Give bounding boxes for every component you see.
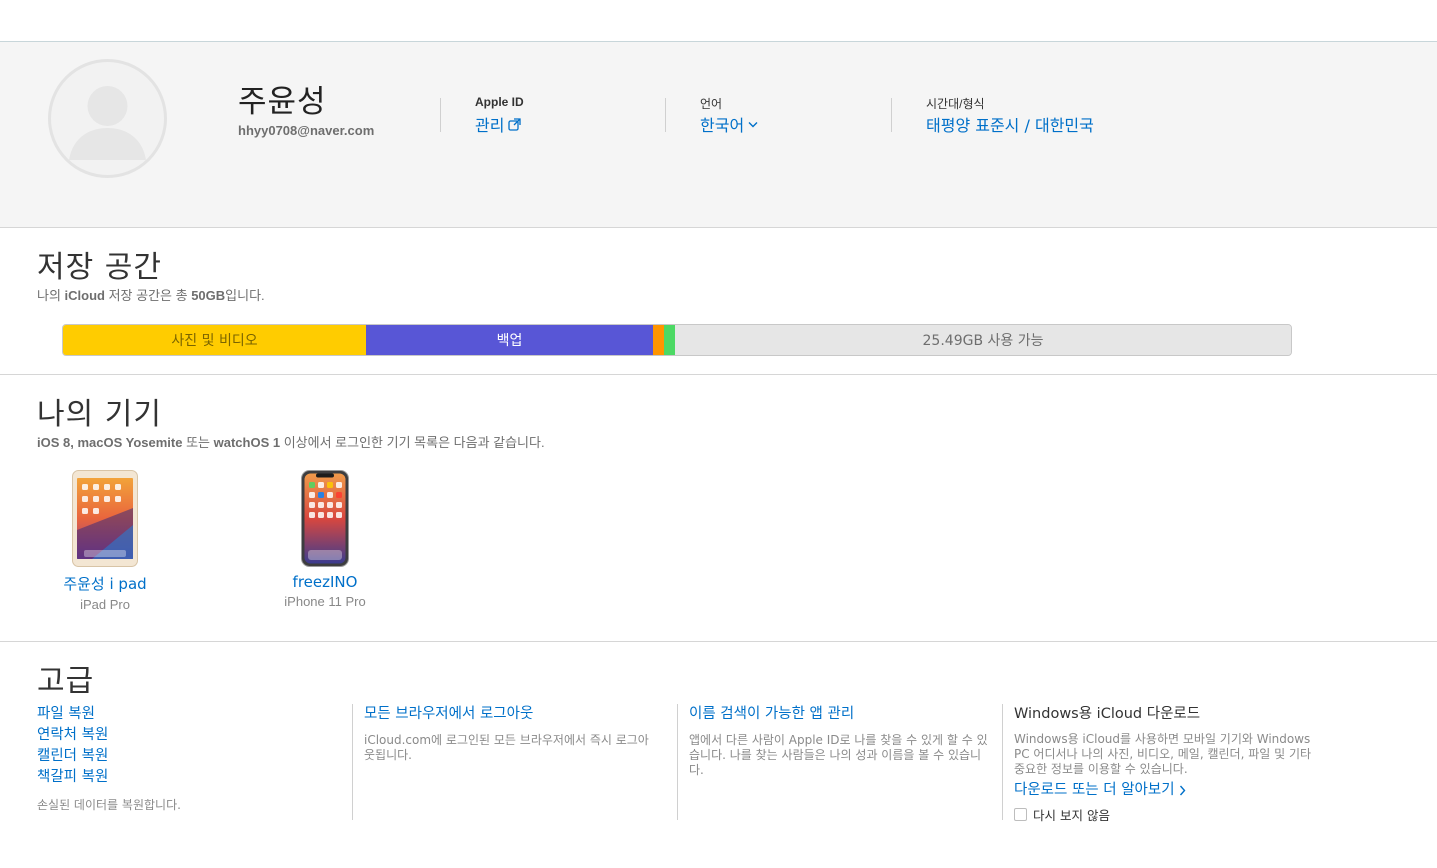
signout-description: iCloud.com에 로그인된 모든 브라우저에서 즉시 로그아웃됩니다. [364,733,649,762]
device-item-ipad[interactable]: 주윤성 i pad iPad Pro [25,470,185,612]
storage-sub-total: 50GB [191,288,226,303]
manage-apple-id-link[interactable]: 관리 [475,112,522,136]
external-link-icon [508,117,522,131]
person-icon [69,86,146,160]
section-divider [0,374,1437,375]
dont-show-again-label: 다시 보지 않음 [1033,808,1110,823]
restore-column: 파일 복원 연락처 복원 캘린더 복원 책갈피 복원 손실된 데이터를 복원합니… [37,704,352,820]
chevron-down-icon [748,121,758,127]
device-model: iPhone 11 Pro [284,594,366,609]
dont-show-again-row[interactable]: 다시 보지 않음 [1014,805,1318,824]
device-item-iphone[interactable]: freezINO iPhone 11 Pro [245,470,405,609]
timezone-column: 시간대/형식 태평양 표준시 / 대한민국 [891,97,1094,135]
chevron-right-icon [1179,785,1186,796]
storage-segment-backup[interactable]: 백업 [366,325,653,355]
device-model: iPad Pro [80,597,130,612]
storage-sub-brand: iCloud [64,288,105,303]
restore-description: 손실된 데이터를 복원합니다. [37,798,181,812]
storage-bar[interactable]: 사진 및 비디오 백업 25.49GB 사용 가능 [62,324,1292,356]
device-name[interactable]: 주윤성 i pad [25,573,185,594]
language-label: 언어 [700,97,723,111]
apple-id-label: Apple ID [475,95,524,109]
restore-contacts-link[interactable]: 연락처 복원 [37,725,352,746]
storage-sub-text1: 나의 [37,288,65,303]
language-select[interactable]: 한국어 [700,112,758,136]
devices-sub-text2: 이상에서 로그인한 기기 목록은 다음과 같습니다. [280,435,545,450]
apple-id-column: Apple ID 관리 [440,95,524,135]
windows-download-label: 다운로드 또는 더 알아보기 [1014,782,1175,798]
user-email: hhyy0708@naver.com [238,123,375,138]
devices-sub-text1: 또는 [182,435,214,450]
user-name: 주윤성 [238,84,327,120]
storage-sub-text2: 저장 공간은 총 [104,288,192,303]
ipad-icon [72,470,138,567]
devices-sub-bold1: iOS 8, macOS Yosemite [37,435,183,450]
manage-findme-apps-link[interactable]: 이름 검색이 가능한 앱 관리 [689,704,988,725]
storage-segment-other-green[interactable] [664,325,675,355]
findme-description: 앱에서 다른 사람이 Apple ID로 나를 찾을 수 있게 할 수 있습니다… [689,733,988,777]
windows-download-link[interactable]: 다운로드 또는 더 알아보기 [1014,780,1318,801]
iphone-icon [301,470,349,567]
windows-title: Windows용 iCloud 다운로드 [1014,706,1201,722]
restore-bookmarks-link[interactable]: 책갈피 복원 [37,767,352,788]
storage-sub-text3: 입니다. [225,288,265,303]
signout-all-browsers-link[interactable]: 모든 브라우저에서 로그아웃 [364,704,659,725]
device-name[interactable]: freezINO [245,573,405,591]
storage-subtitle: 나의 iCloud 저장 공간은 총 50GB입니다. [37,285,265,304]
timezone-label: 시간대/형식 [926,97,985,111]
restore-files-link[interactable]: 파일 복원 [37,704,352,725]
top-bar [0,0,1437,42]
restore-calendars-link[interactable]: 캘린더 복원 [37,746,352,767]
devices-title: 나의 기기 [37,397,162,432]
windows-column: Windows용 iCloud 다운로드 Windows용 iCloud를 사용… [1002,704,1332,823]
profile-header: 주윤성 hhyy0708@naver.com Apple ID 관리 언어 한국… [0,42,1437,228]
storage-segment-other-orange[interactable] [653,325,664,355]
devices-subtitle: iOS 8, macOS Yosemite 또는 watchOS 1 이상에서 … [37,432,545,451]
dont-show-again-checkbox[interactable] [1014,808,1027,821]
signout-column: 모든 브라우저에서 로그아웃 iCloud.com에 로그인된 모든 브라우저에… [352,704,677,820]
storage-segment-photos[interactable]: 사진 및 비디오 [63,325,366,355]
devices-sub-bold2: watchOS 1 [213,435,281,450]
manage-link-label: 관리 [475,116,505,135]
advanced-title: 고급 [37,664,95,699]
findme-column: 이름 검색이 가능한 앱 관리 앱에서 다른 사람이 Apple ID로 나를 … [677,704,1002,820]
windows-description: Windows용 iCloud를 사용하면 모바일 기기와 Windows PC… [1014,732,1312,776]
storage-title: 저장 공간 [37,250,162,285]
storage-segment-free: 25.49GB 사용 가능 [675,325,1291,355]
section-divider [0,641,1437,642]
avatar[interactable] [48,59,167,178]
language-column: 언어 한국어 [665,97,758,135]
timezone-link[interactable]: 태평양 표준시 / 대한민국 [926,112,1094,136]
language-value: 한국어 [700,116,745,135]
